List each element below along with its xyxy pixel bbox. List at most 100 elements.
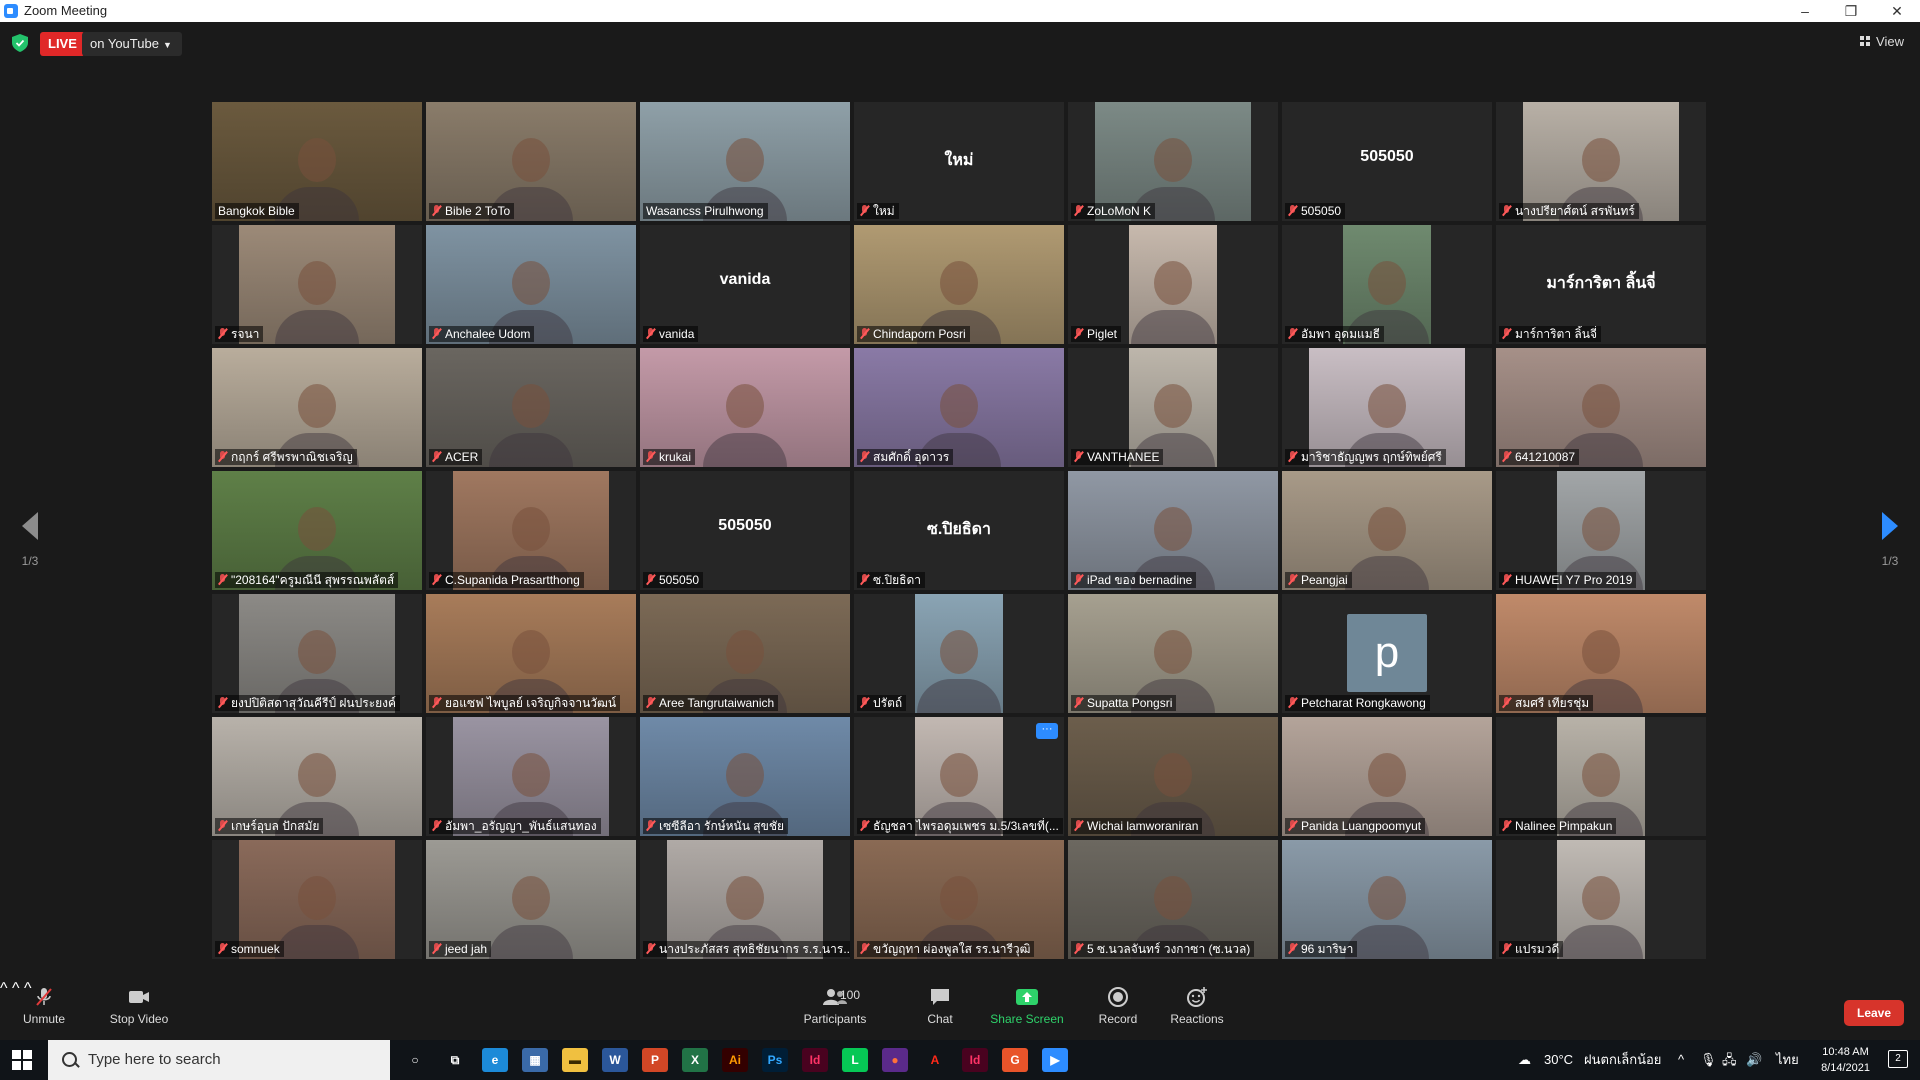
previous-page-button[interactable]: 1/3 [10,512,50,568]
participant-tile[interactable]: krukai [640,348,850,467]
taskbar-clock[interactable]: 10:48 AM 8/14/2021 [1821,1044,1870,1076]
windows-start-icon[interactable] [12,1050,32,1070]
participants-button[interactable]: 100 Participants [796,986,874,1026]
participant-tile[interactable]: Anchalee Udom [426,225,636,344]
indesign-2-icon[interactable]: Id [962,1048,988,1072]
record-button[interactable]: Record [1094,986,1142,1026]
participant-tile[interactable]: นางปรียาศ์ตน์ สรพันทร์ [1496,102,1706,221]
participant-tile[interactable]: HUAWEI Y7 Pro 2019 [1496,471,1706,590]
participant-tile[interactable]: Wichai lamworaniran [1068,717,1278,836]
participant-tile[interactable]: สมศักดิ์ อุดาวร [854,348,1064,467]
participant-tile[interactable]: Wasancss Pirulhwong [640,102,850,221]
person-head-shape [298,506,336,551]
edge-icon[interactable]: e [482,1048,508,1072]
photoshop-icon[interactable]: Ps [762,1048,788,1072]
participant-tile[interactable]: แปรมวดี [1496,840,1706,959]
participant-tile[interactable]: สมศรี เทียรชุ่ม [1496,594,1706,713]
file-explorer-icon[interactable]: ▬ [562,1048,588,1072]
participant-tile[interactable]: Supatta Pongsri [1068,594,1278,713]
reactions-button[interactable]: Reactions [1166,986,1228,1026]
participant-tile[interactable]: Peangjai [1282,471,1492,590]
calculator-icon[interactable]: ▦ [522,1048,548,1072]
participant-tile[interactable]: ZoLoMoN K [1068,102,1278,221]
more-options-button[interactable]: ··· [1036,723,1058,739]
unmute-button[interactable]: Unmute [18,986,70,1026]
word-icon[interactable]: W [602,1048,628,1072]
participant-tile[interactable]: 5 ซ.นวลจันทร์ วงกาซา (ซ.นวล) [1068,840,1278,959]
participant-tile[interactable]: "208164"ครูมณีนี สุพรรณพลัตส์ [212,471,422,590]
participant-tile[interactable]: ยงปปิติสดาสุวัณคีรีป์ ฝนประยงค์ [212,594,422,713]
participant-tile[interactable]: 96 มาริษา [1282,840,1492,959]
notification-center-icon[interactable]: 2 [1888,1050,1908,1068]
participant-tile[interactable]: ขวัญฤทา ผ่องพูลใส รร.นารีวุฒิ [854,840,1064,959]
participant-tile[interactable]: Chindaporn Posri [854,225,1064,344]
participant-tile[interactable]: iPad ของ bernadine [1068,471,1278,590]
participant-tile[interactable]: มาร์การิตา ลิ้นจี่ มาร์การิตา ลิ้นจี่ [1496,225,1706,344]
participant-tile[interactable]: รจนา [212,225,422,344]
participant-tile[interactable]: somnuek [212,840,422,959]
weather-description[interactable]: ฝนตกเล็กน้อย [1584,1040,1661,1080]
view-button[interactable]: View [1860,34,1904,49]
participant-tile[interactable]: VANTHANEE [1068,348,1278,467]
participant-tile[interactable]: Bangkok Bible [212,102,422,221]
zoom-icon[interactable]: ▶ [1042,1048,1068,1072]
weather-temperature[interactable]: 30°C [1544,1040,1573,1080]
acrobat-icon[interactable]: A [922,1048,948,1072]
participant-tile[interactable]: 641210087 [1496,348,1706,467]
next-page-button[interactable]: 1/3 [1870,512,1910,568]
firefox-icon[interactable]: ● [882,1048,908,1072]
participant-tile[interactable]: อัมพา อุดมแมธี [1282,225,1492,344]
person-head-shape [726,875,764,920]
participant-tile[interactable]: 505050 505050 [640,471,850,590]
participant-tile[interactable]: อัมพา_อรัญญา_พันธ์แสนทอง [426,717,636,836]
participant-tile[interactable]: Nalinee Pimpakun [1496,717,1706,836]
weather-icon[interactable]: ☁ [1518,1040,1531,1080]
grammarly-icon[interactable]: G [1002,1048,1028,1072]
participant-tile[interactable]: ซ.ปิยธิดา ซ.ปิยธิดา [854,471,1064,590]
participant-tile[interactable]: นางประภัสสร สุทธิชัยนากร ร.ร.นาร... [640,840,850,959]
cortana-icon[interactable]: ○ [402,1048,428,1072]
participant-tile[interactable]: jeed jah [426,840,636,959]
participant-tile[interactable]: Piglet [1068,225,1278,344]
powerpoint-icon[interactable]: P [642,1048,668,1072]
illustrator-icon[interactable]: Ai [722,1048,748,1072]
participant-name-display: ซ.ปิยธิดา [927,521,991,538]
chat-button[interactable]: Chat [922,986,958,1026]
show-hidden-icons-chevron-icon[interactable]: ^ [1678,1040,1684,1080]
live-badge[interactable]: LIVE [40,32,85,56]
volume-icon[interactable]: 🔊 [1746,1040,1762,1080]
live-target-dropdown[interactable]: on YouTube ▼ [82,32,182,56]
restore-button[interactable]: ❐ [1828,0,1874,22]
close-button[interactable]: ✕ [1874,0,1920,22]
participant-tile[interactable]: ใหม่ ใหม่ [854,102,1064,221]
participant-tile[interactable]: ··· ธัญชลา ไพรอดุมเพชร ม.5/3เลขที่(... [854,717,1064,836]
minimize-button[interactable]: – [1782,0,1828,22]
participant-tile[interactable]: มาริชาธัญญพร ฤกษ์ทิพย์ศรี [1282,348,1492,467]
participant-tile[interactable]: Bible 2 ToTo [426,102,636,221]
participant-tile[interactable]: ACER [426,348,636,467]
participant-tile[interactable]: 505050 505050 [1282,102,1492,221]
participant-tile[interactable]: vanida vanida [640,225,850,344]
taskbar-search-input[interactable]: Type here to search [48,1040,390,1080]
participant-tile[interactable]: ปรัตถ์ [854,594,1064,713]
network-icon[interactable]: 🖧 [1722,1040,1737,1080]
excel-icon[interactable]: X [682,1048,708,1072]
leave-button[interactable]: Leave [1844,1000,1904,1026]
stop-video-button[interactable]: Stop Video [104,986,174,1026]
participant-tile[interactable]: Aree Tangrutaiwanich [640,594,850,713]
participant-tile[interactable]: เซซีลีอา รักษ์หนัน สุขชัย [640,717,850,836]
input-language[interactable]: ไทย [1776,1040,1799,1080]
encryption-shield-icon[interactable] [12,34,28,52]
participant-tile[interactable]: C.Supanida Prasartthong [426,471,636,590]
indesign-icon[interactable]: Id [802,1048,828,1072]
participant-tile[interactable]: กฤกร์ ศรีพรพาณิชเจริญ [212,348,422,467]
participant-tile[interactable]: เกษร์อุบล ปักสมัย [212,717,422,836]
participant-tile[interactable]: ยอแซฟ ไพบูลย์ เจริญกิจจานวัฒน์ [426,594,636,713]
task-view-icon[interactable]: ⧉ [442,1048,468,1072]
line-icon[interactable]: L [842,1048,868,1072]
participant-tile[interactable]: p Petcharat Rongkawong [1282,594,1492,713]
share-screen-button[interactable]: Share Screen [988,986,1066,1026]
audio-options-chevron-icon[interactable]: ^ [0,980,8,997]
participant-tile[interactable]: Panida Luangpoomyut [1282,717,1492,836]
microphone-tray-icon[interactable]: 🎙 [1700,1040,1717,1080]
